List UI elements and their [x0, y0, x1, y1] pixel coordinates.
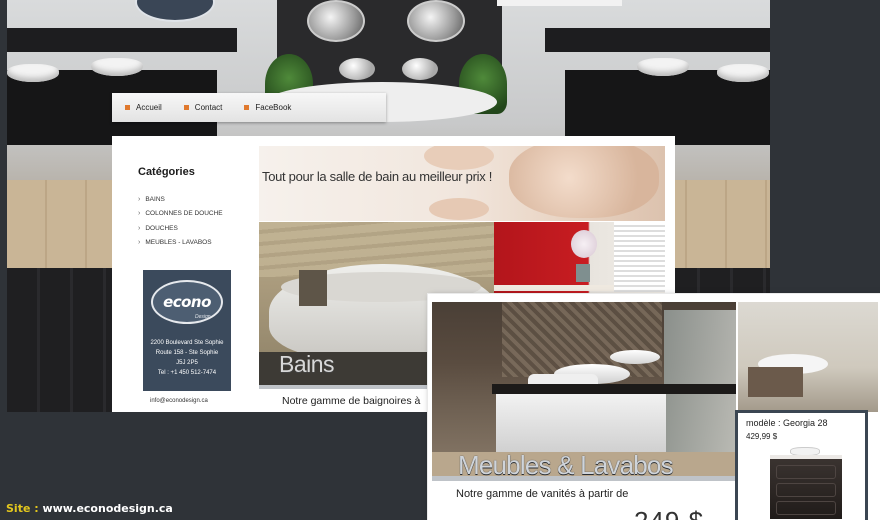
logo-word: econo: [163, 293, 211, 311]
hero-tagline: Tout pour la salle de bain au meilleur p…: [262, 169, 493, 184]
vanity-top: [492, 384, 736, 394]
round-mirror-left: [307, 0, 365, 42]
vanity-feature-image[interactable]: Meubles & Lavabos: [432, 302, 736, 476]
phone-number: Tel : +1 450 512-7474: [157, 370, 217, 376]
orange-bullet-icon: [125, 105, 130, 110]
company-logo-box: econo Design 2200 Boulevard Ste Sophie R…: [143, 270, 231, 391]
site-url: Site : www.econodesign.ca: [6, 502, 173, 515]
category-label: MEUBLES - LAVABOS: [145, 239, 212, 247]
dark-wall-strip-right: [545, 28, 770, 52]
vanity-label: Meubles & Lavabos: [458, 450, 674, 476]
cabinet-drawer: [776, 501, 836, 515]
company-address: 2200 Boulevard Ste Sophie Route 158 - St…: [143, 338, 231, 378]
towel: [299, 270, 327, 306]
category-label: BAINS: [145, 195, 165, 203]
sink: [91, 58, 143, 76]
hero-photo-hand: [424, 146, 494, 170]
category-item-douches[interactable]: › DOUCHES: [138, 221, 223, 236]
cabinet-drawer: [776, 483, 836, 497]
vanity-caption: Notre gamme de vanités à partir de: [456, 488, 629, 500]
model-price: 429,99 $: [746, 432, 778, 441]
sink: [637, 58, 689, 76]
orange-bullet-icon: [244, 105, 250, 110]
nav-item-facebook[interactable]: FaceBook: [244, 103, 291, 112]
sink: [717, 64, 769, 82]
bains-caption: Notre gamme de baignoires à: [282, 395, 421, 407]
caption-divider: [432, 476, 736, 481]
site-key: Site :: [6, 502, 39, 515]
round-mirror-right: [407, 0, 465, 42]
chevron-right-icon: ›: [138, 195, 141, 203]
top-banner-fragment: [497, 0, 622, 6]
orange-bullet-icon: [183, 105, 189, 110]
nav-item-contact[interactable]: Contact: [183, 103, 223, 112]
nav-label: FaceBook: [255, 103, 292, 112]
wood-vanity: [748, 367, 803, 397]
category-label: COLONNES DE DOUCHE: [145, 210, 223, 218]
top-logo-fragment: [135, 0, 215, 22]
sink: [7, 64, 59, 82]
category-sidebar: Catégories › BAINS › COLONNES DE DOUCHE › D…: [112, 136, 258, 412]
nav-item-accueil[interactable]: Accueil: [125, 103, 162, 112]
categories-heading: Catégories: [138, 166, 195, 178]
econo-logo: econo Design: [151, 280, 223, 324]
hero-photo-woman: [509, 146, 659, 218]
category-list: › BAINS › COLONNES DE DOUCHE › DOUCHES › MEU…: [138, 192, 223, 250]
chevron-right-icon: ›: [138, 224, 141, 232]
white-vanity-cabinet: [496, 394, 666, 454]
vessel-basin: [610, 350, 660, 364]
logo-sub: Design: [195, 314, 211, 320]
vessel-sink: [339, 58, 375, 80]
email-link[interactable]: info@econodesign.ca: [150, 398, 208, 404]
bains-label: Bains: [279, 351, 335, 377]
nav-label: Contact: [194, 103, 223, 112]
site-url-link[interactable]: www.econodesign.ca: [42, 502, 172, 515]
category-label: DOUCHES: [145, 224, 178, 232]
orchid-flower: [571, 230, 597, 258]
address-line: Route 158 - Ste Sophie: [155, 350, 219, 356]
top-navigation: Accueil Contact FaceBook: [112, 93, 386, 122]
address-line: J5J 2P5: [176, 360, 198, 366]
address-line: 2200 Boulevard Ste Sophie: [150, 340, 224, 346]
model-name: modèle : Georgia 28: [746, 418, 828, 428]
georgia-vanity-cabinet: [770, 455, 842, 519]
nav-label: Accueil: [136, 103, 162, 112]
cabinet-drawer: [776, 465, 836, 479]
starting-price: 249 $: [634, 506, 704, 520]
category-item-colonnes[interactable]: › COLONNES DE DOUCHE: [138, 207, 223, 222]
flower-pot: [576, 264, 590, 282]
bathroom-photo: [738, 302, 878, 412]
product-model-card[interactable]: modèle : Georgia 28 429,99 $: [735, 410, 868, 520]
category-item-bains[interactable]: › BAINS: [138, 192, 223, 207]
hero-photo-hand: [429, 198, 489, 220]
screenshot-stage: Accueil Contact FaceBook Catégories › BAI…: [0, 0, 880, 520]
category-item-meubles[interactable]: › MEUBLES - LAVABOS: [138, 236, 223, 251]
window-blinds: [614, 222, 665, 292]
dark-wall-strip-left: [7, 28, 237, 52]
hero-banner: Tout pour la salle de bain au meilleur p…: [259, 146, 665, 221]
chevron-right-icon: ›: [138, 239, 141, 247]
chevron-right-icon: ›: [138, 210, 141, 218]
vessel-sink: [402, 58, 438, 80]
